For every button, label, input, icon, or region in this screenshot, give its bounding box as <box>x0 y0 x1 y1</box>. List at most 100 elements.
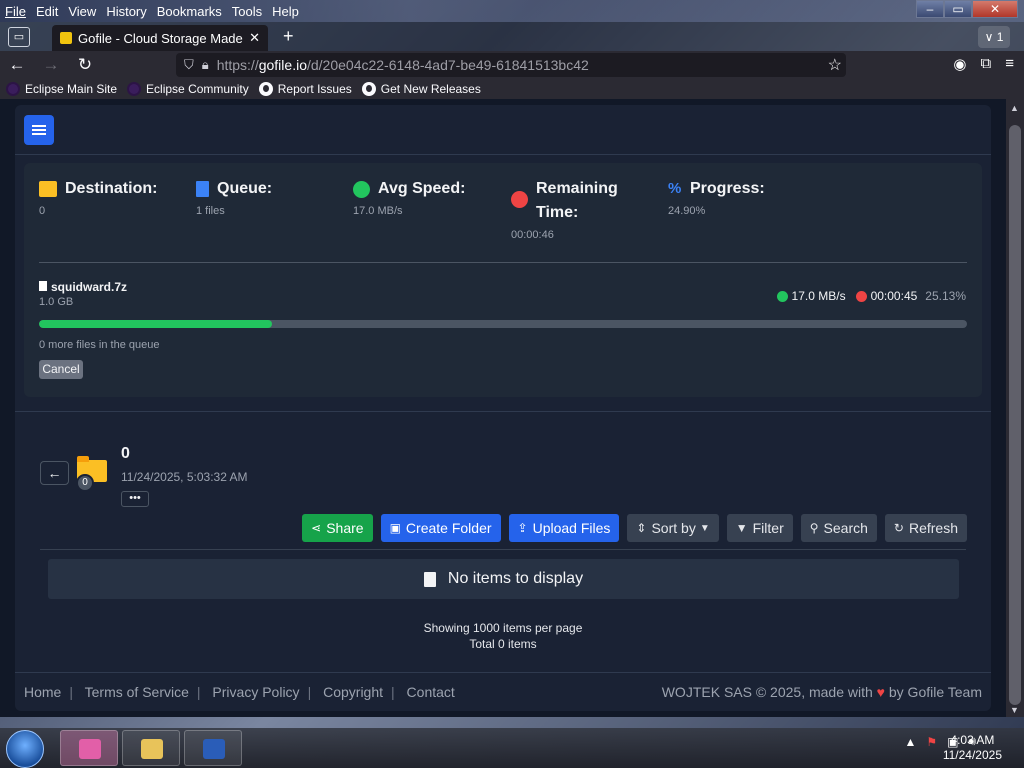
share-button[interactable]: ⋖ Share <box>302 514 373 542</box>
navigation-bar: ← → ↻ ⛉ 🔒︎ https://gofile.io/d/20e04c22-… <box>0 51 1024 79</box>
github-icon <box>258 82 273 96</box>
url-text[interactable]: https://gofile.io/d/20e04c22-6148-4ad7-b… <box>217 57 589 73</box>
upload-panel: Destination: 0 Queue: 1 files Avg Speed:… <box>24 163 982 397</box>
footer-link-copyright[interactable]: Copyright <box>323 684 383 700</box>
action-center-icon[interactable]: ⚑ <box>926 735 937 749</box>
menu-help[interactable]: Help <box>267 4 304 19</box>
empty-state: No items to display <box>48 559 959 599</box>
back-folder-button[interactable]: ← <box>40 461 69 485</box>
upload-file-name: squidward.7z <box>51 280 128 294</box>
menu-history[interactable]: History <box>101 4 151 19</box>
queue-more-text: 0 more files in the queue <box>39 339 160 351</box>
footer-link-home[interactable]: Home <box>24 684 61 700</box>
bookmark-eclipse-community[interactable]: Eclipse Community <box>127 82 249 96</box>
tab-list-icon[interactable]: ▭ <box>8 27 30 47</box>
menu-tools[interactable]: Tools <box>227 4 267 19</box>
percent-icon: % <box>668 180 682 197</box>
upload-file-speed: 17.0 MB/s <box>791 289 846 303</box>
forward-button[interactable]: → <box>34 55 68 75</box>
reload-button[interactable]: ↻ <box>68 55 102 75</box>
window-controls: – ▭ ✕ <box>916 0 1018 18</box>
upload-icon: ⇪ <box>517 521 528 535</box>
menu-file[interactable]: File <box>0 4 31 19</box>
clock[interactable]: 4:03 AM 11/24/2025 <box>943 733 1002 763</box>
toolbar-right: ◉ ⧉ ≡ <box>953 55 1014 73</box>
clock-icon <box>511 191 528 208</box>
footer-link-terms[interactable]: Terms of Service <box>85 684 189 700</box>
folder-more-button[interactable]: ••• <box>121 491 149 507</box>
folder-plus-icon: ▣ <box>389 521 401 535</box>
upload-progress-bar <box>39 320 967 328</box>
bookmarks-bar: Eclipse Main Site Eclipse Community Repo… <box>0 79 1024 99</box>
sort-icon: ⇕ <box>636 521 647 535</box>
upload-file-info: squidward.7z 1.0 GB <box>39 280 127 308</box>
extensions-icon[interactable]: ⧉ <box>981 55 992 73</box>
lock-icon[interactable]: 🔒︎ <box>202 57 209 73</box>
bookmark-eclipse-main[interactable]: Eclipse Main Site <box>6 82 117 96</box>
scrollbar-thumb[interactable] <box>1009 125 1021 705</box>
footer-link-contact[interactable]: Contact <box>407 684 455 700</box>
shield-icon[interactable]: ⛉ <box>184 57 194 73</box>
menu-icon[interactable]: ≡ <box>1005 55 1014 73</box>
file-icon <box>196 181 209 197</box>
tab-count-button[interactable]: ∨ 1 <box>978 26 1010 48</box>
folder-item-count-badge: 0 <box>76 474 94 492</box>
back-button[interactable]: ← <box>0 55 34 75</box>
start-button[interactable] <box>6 730 44 768</box>
stat-avg-speed: Avg Speed: 17.0 MB/s <box>353 180 466 217</box>
folder-date: 11/24/2025, 5:03:32 AM <box>121 470 248 484</box>
new-tab-button[interactable]: + <box>283 26 294 47</box>
footer-credit: WOJTEK SAS © 2025, made with ♥ by Gofile… <box>661 684 982 700</box>
panel-divider <box>15 411 991 412</box>
file-icon <box>39 281 47 291</box>
taskbar-browser[interactable] <box>60 730 118 766</box>
create-folder-button[interactable]: ▣ Create Folder <box>380 514 501 542</box>
tray-expand-icon[interactable]: ▲ <box>904 735 916 749</box>
scroll-down-icon[interactable]: ▼ <box>1010 705 1019 715</box>
maximize-button[interactable]: ▭ <box>944 0 972 18</box>
cancel-upload-button[interactable]: Cancel <box>39 360 83 379</box>
scroll-up-icon[interactable]: ▲ <box>1010 103 1019 113</box>
github-icon <box>361 82 376 96</box>
bookmark-new-releases[interactable]: Get New Releases <box>361 82 481 96</box>
tab-title: Gofile - Cloud Storage Made Sir <box>78 30 243 46</box>
browser-icon <box>79 739 101 759</box>
upload-divider <box>39 262 967 263</box>
folder-icon <box>39 181 57 197</box>
upload-progress-fill <box>39 320 273 328</box>
url-bar[interactable]: ⛉ 🔒︎ https://gofile.io/d/20e04c22-6148-4… <box>176 53 846 77</box>
menu-edit[interactable]: Edit <box>31 4 63 19</box>
stat-remaining-time: Remaining Time: 00:00:46 <box>511 180 618 241</box>
hamburger-menu-button[interactable] <box>24 115 54 145</box>
folder-icon <box>141 739 163 759</box>
items-per-page-text: Showing 1000 items per page <box>423 621 583 635</box>
sort-by-button[interactable]: ⇕ Sort by ▼ <box>627 514 719 542</box>
folder-actions: ⋖ Share ▣ Create Folder ⇪ Upload Files ⇕ Sor… <box>302 514 967 542</box>
taskbar-explorer[interactable] <box>122 730 180 766</box>
account-icon[interactable]: ◉ <box>953 55 966 73</box>
upload-file-stats: 17.0 MB/s 00:00:45 25.13% <box>776 289 966 303</box>
total-items-text: Total 0 items <box>469 637 537 651</box>
minimize-button[interactable]: – <box>916 0 944 18</box>
caret-down-icon: ▼ <box>699 522 710 534</box>
taskbar-powershell[interactable] <box>184 730 242 766</box>
file-excel-icon <box>423 571 436 587</box>
menu-bookmarks[interactable]: Bookmarks <box>152 4 227 19</box>
menu-view[interactable]: View <box>63 4 101 19</box>
search-button[interactable]: ⚲ Search <box>800 514 877 542</box>
stat-queue: Queue: 1 files <box>196 180 273 217</box>
share-icon: ⋖ <box>311 521 322 535</box>
bookmark-star-icon[interactable]: ☆ <box>828 55 842 75</box>
eclipse-icon <box>6 82 20 96</box>
actions-divider <box>40 549 966 550</box>
filter-button[interactable]: ▼ Filter <box>726 514 793 542</box>
footer-link-privacy[interactable]: Privacy Policy <box>212 684 299 700</box>
tab-gofile[interactable]: Gofile - Cloud Storage Made Sir ✕ <box>52 25 268 51</box>
page-scrollbar[interactable]: ▲ ▼ <box>1006 99 1024 717</box>
refresh-button[interactable]: ↻ Refresh <box>884 514 967 542</box>
close-window-button[interactable]: ✕ <box>972 0 1018 18</box>
upload-files-button[interactable]: ⇪ Upload Files <box>508 514 620 542</box>
close-tab-icon[interactable]: ✕ <box>249 30 260 46</box>
tab-bar: ▭ Gofile - Cloud Storage Made Sir ✕ + ∨ … <box>0 22 1024 51</box>
bookmark-report-issues[interactable]: Report Issues <box>258 82 352 96</box>
